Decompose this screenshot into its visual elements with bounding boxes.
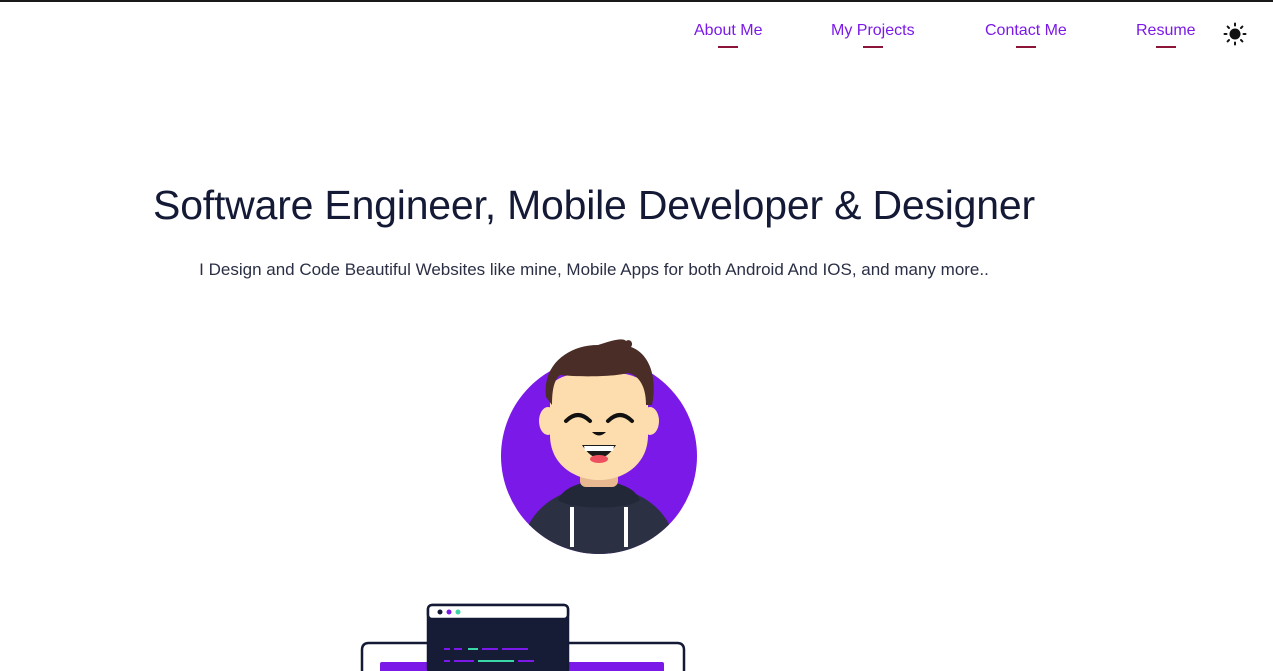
portfolio-page: About Me My Projects Contact Me Resume S…	[0, 0, 1273, 671]
nav-underline	[1015, 46, 1036, 48]
nav-underline	[718, 46, 739, 48]
nav-underline	[862, 46, 883, 48]
nav-link-my-projects[interactable]: My Projects	[831, 22, 915, 48]
nav-link-about-me[interactable]: About Me	[694, 22, 762, 48]
nav-link-label: Contact Me	[985, 22, 1067, 39]
nav-link-label: Resume	[1136, 22, 1196, 39]
nav-link-contact-me[interactable]: Contact Me	[985, 22, 1067, 48]
coding-laptop-illustration	[360, 603, 686, 671]
nav-link-label: About Me	[694, 22, 763, 39]
hero-title: Software Engineer, Mobile Developer & De…	[153, 182, 1035, 228]
theme-toggle-button[interactable]	[1223, 22, 1247, 46]
sun-icon	[1223, 22, 1247, 46]
hero-subtitle: I Design and Code Beautiful Websites lik…	[199, 260, 989, 279]
top-navigation: About Me My Projects Contact Me Resume	[0, 2, 1273, 64]
nav-underline	[1155, 46, 1176, 48]
nav-link-label: My Projects	[831, 22, 915, 39]
developer-avatar-illustration	[501, 339, 697, 554]
nav-link-resume[interactable]: Resume	[1136, 22, 1196, 48]
